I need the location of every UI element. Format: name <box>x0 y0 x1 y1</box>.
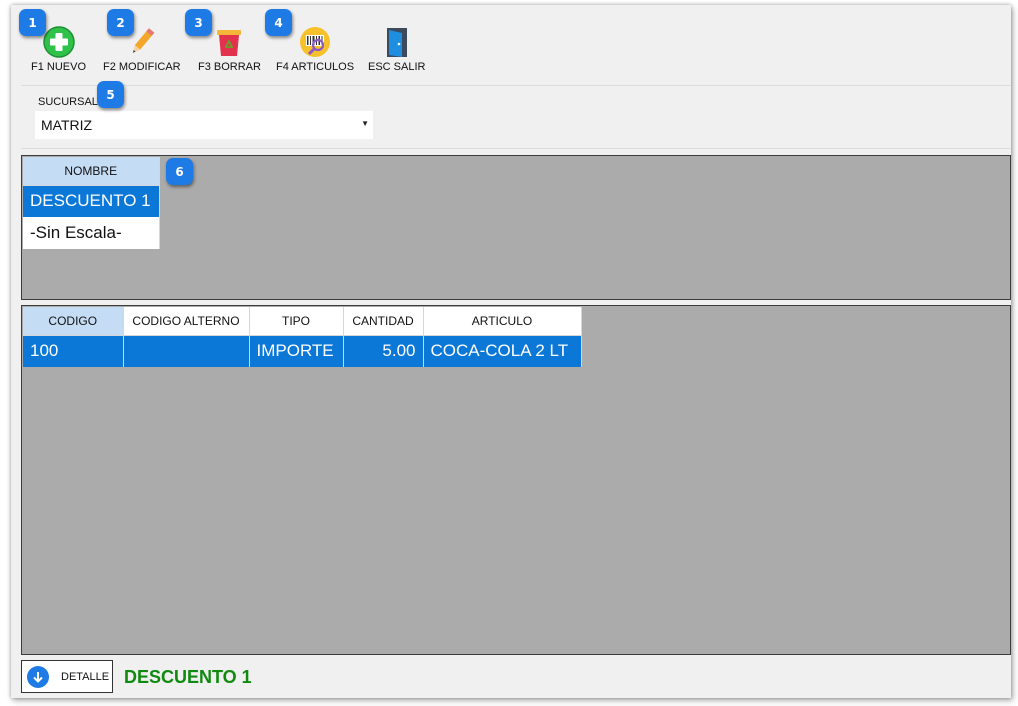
column-header-articulo[interactable]: ARTICULO <box>423 307 582 336</box>
add-icon <box>42 25 76 59</box>
sucursal-value: MATRIZ <box>41 117 93 133</box>
trash-icon <box>212 25 246 59</box>
column-header-cantidad[interactable]: CANTIDAD <box>343 307 424 336</box>
codigo-cell[interactable]: 100 <box>23 335 124 367</box>
exit-button-label: ESC SALIR <box>368 61 426 73</box>
exit-button[interactable]: ESC SALIR <box>368 25 425 73</box>
modify-button-label: F2 MODIFICAR <box>103 61 181 73</box>
callout-badge-2: 2 <box>107 9 134 36</box>
exit-door-icon <box>380 25 414 59</box>
barcode-search-icon <box>298 25 332 59</box>
callout-badge-4: 4 <box>265 9 292 36</box>
table-row[interactable]: 100 IMPORTE 5.00 COCA-COLA 2 LT <box>23 335 582 367</box>
cantidad-cell[interactable]: 5.00 <box>343 335 424 367</box>
table-row[interactable]: -Sin Escala- <box>23 217 160 249</box>
detalle-button[interactable]: DETALLE <box>21 660 113 693</box>
articulo-cell[interactable]: COCA-COLA 2 LT <box>423 335 582 367</box>
callout-badge-6: 6 <box>166 158 193 185</box>
callout-badge-5: 5 <box>97 81 124 108</box>
arrow-down-icon <box>27 665 49 688</box>
sucursal-select[interactable]: MATRIZ ▼ <box>35 111 373 139</box>
app-window: F1 NUEVO F2 MODIFICAR F3 BORRAR F4 ARTIC… <box>11 5 1011 698</box>
callout-badge-1: 1 <box>19 9 46 36</box>
column-header-nombre[interactable]: NOMBRE <box>23 157 160 186</box>
chevron-down-icon: ▼ <box>361 119 369 128</box>
articles-button-label: F4 ARTICULOS <box>276 61 355 73</box>
new-button-label: F1 NUEVO <box>31 61 87 73</box>
table-row[interactable]: DESCUENTO 1 <box>23 185 160 217</box>
detalle-button-label: DETALLE <box>61 670 110 683</box>
sucursal-label: SUCURSAL <box>38 96 98 108</box>
callout-badge-3: 3 <box>185 9 212 36</box>
column-header-codigo-alterno[interactable]: CODIGO ALTERNO <box>123 307 250 336</box>
codigo-alterno-cell[interactable] <box>123 335 250 367</box>
discount-details-table: CODIGO CODIGO ALTERNO TIPO CANTIDAD ARTI… <box>23 307 582 367</box>
sucursal-group: SUCURSAL MATRIZ ▼ <box>21 85 1011 149</box>
column-header-codigo[interactable]: CODIGO <box>23 307 124 336</box>
nombre-cell[interactable]: DESCUENTO 1 <box>23 185 160 217</box>
status-text: DESCUENTO 1 <box>124 667 252 687</box>
column-header-tipo[interactable]: TIPO <box>249 307 344 336</box>
nombre-cell[interactable]: -Sin Escala- <box>23 217 160 249</box>
delete-button-label: F3 BORRAR <box>198 61 261 73</box>
discount-names-table: NOMBRE DESCUENTO 1 -Sin Escala- <box>23 157 160 249</box>
discount-details-grid[interactable]: CODIGO CODIGO ALTERNO TIPO CANTIDAD ARTI… <box>21 305 1011 655</box>
tipo-cell[interactable]: IMPORTE <box>249 335 344 367</box>
